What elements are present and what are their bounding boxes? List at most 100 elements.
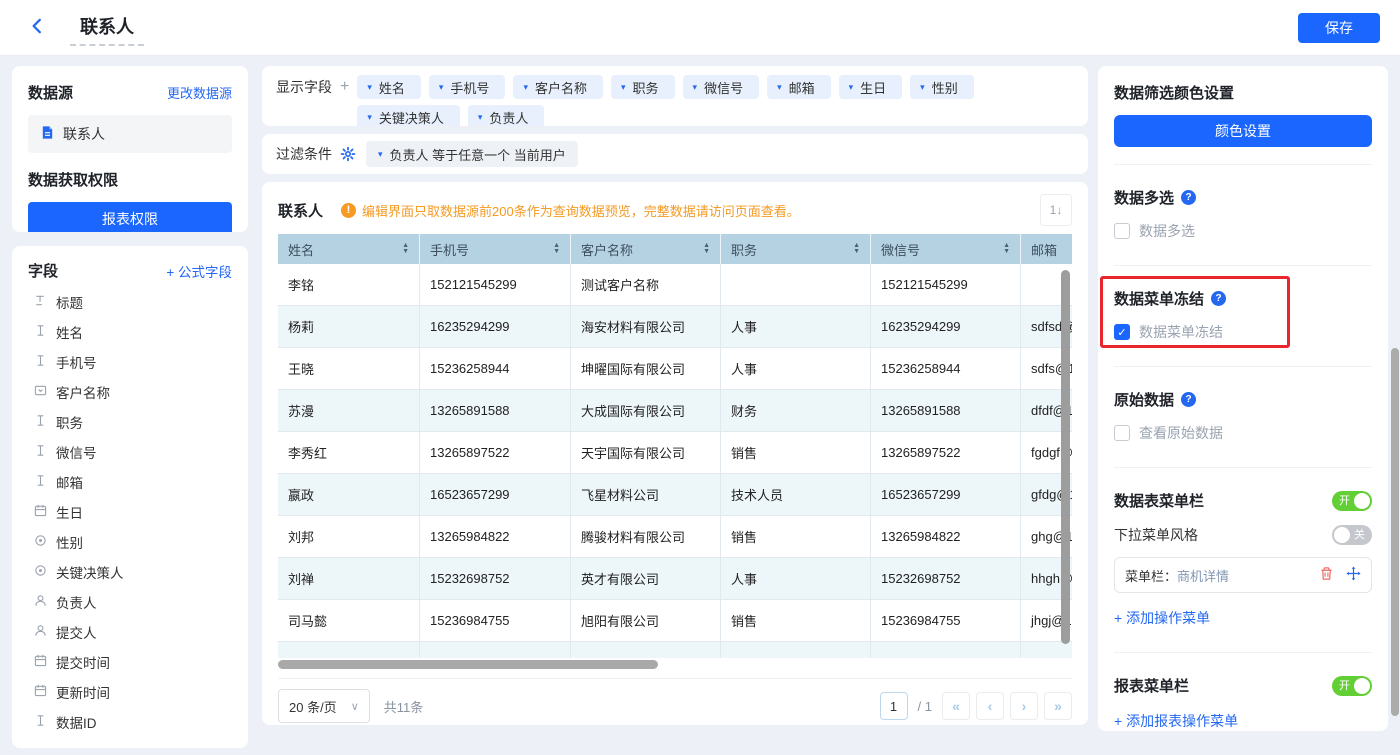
chip-name[interactable]: ▾姓名 [357,75,421,99]
column-header-position[interactable]: 职务▲▼ [721,234,871,264]
field-item-name[interactable]: 姓名 [28,317,232,347]
add-display-field-button[interactable]: + [340,78,349,96]
table-menu-toggle[interactable]: 开 [1332,491,1372,511]
radio-field-icon [34,564,47,580]
change-datasource-link[interactable]: 更改数据源 [167,83,232,102]
filter-condition-text: 负责人 等于任意一个 当前用户 [390,145,566,164]
help-icon[interactable]: ? [1181,392,1196,407]
chip-phone[interactable]: ▾手机号 [429,75,506,99]
preview-notice-text: 编辑界面只取数据源前200条作为查询数据预览，完整数据请访问页面查看。 [362,201,800,220]
sort-arrows-icon[interactable]: ▲▼ [402,243,409,255]
report-permission-button[interactable]: 报表权限 [28,202,232,232]
help-icon[interactable]: ? [1211,291,1226,306]
sort-arrows-icon[interactable]: ▲▼ [853,243,860,255]
report-menu-toggle[interactable]: 开 [1332,676,1372,696]
checkbox-checked[interactable]: ✓ [1114,324,1130,340]
field-item-submitter[interactable]: 提交人 [28,617,232,647]
field-item-data-id[interactable]: 数据ID [28,707,232,737]
sort-arrows-icon[interactable]: ▲▼ [703,243,710,255]
page-size-select[interactable]: 20 条/页 ∨ [278,689,370,723]
chip-email[interactable]: ▾邮箱 [767,75,831,99]
permission-title: 数据获取权限 [28,169,232,190]
window-scrollbar[interactable] [1391,348,1399,716]
chevron-down-icon: ∨ [351,700,359,713]
display-fields-label: 显示字段 [276,77,332,97]
next-page-button[interactable]: › [1010,692,1038,720]
add-formula-field-link[interactable]: + 公式字段 [166,261,232,281]
checkbox-unchecked[interactable] [1114,223,1130,239]
field-item-customer[interactable]: 客户名称 [28,377,232,407]
horizontal-scrollbar[interactable] [278,660,658,669]
raw-data-checkbox-label: 查看原始数据 [1139,423,1223,443]
top-bar: 联系人 保存 [0,0,1400,56]
table-row: 李铭152121545299测试客户名称152121545299 [278,264,1072,306]
table-row-partial [278,642,1072,658]
menu-freeze-checkbox-row[interactable]: ✓ 数据菜单冻结 [1114,322,1372,342]
field-item-email[interactable]: 邮箱 [28,467,232,497]
column-header-email[interactable]: 邮箱 [1021,234,1072,264]
current-page-input[interactable]: 1 [880,692,908,720]
field-item-title[interactable]: 标题 [28,287,232,317]
prev-page-button[interactable]: ‹ [976,692,1004,720]
dropdown-style-toggle[interactable]: 关 [1332,525,1372,545]
gear-icon[interactable] [340,146,356,162]
multi-select-checkbox-row[interactable]: 数据多选 [1114,221,1372,241]
field-item-phone[interactable]: 手机号 [28,347,232,377]
first-page-button[interactable]: « [942,692,970,720]
filter-condition-chip[interactable]: ▾ 负责人 等于任意一个 当前用户 [366,141,578,167]
chip-birthday[interactable]: ▾生日 [839,75,903,99]
table-header-row: 姓名▲▼ 手机号▲▼ 客户名称▲▼ 职务▲▼ 微信号▲▼ 邮箱 [278,234,1072,264]
help-icon[interactable]: ? [1181,190,1196,205]
raw-data-checkbox-row[interactable]: 查看原始数据 [1114,423,1372,443]
chip-position[interactable]: ▾职务 [611,75,675,99]
dropdown-style-label: 下拉菜单风格 [1114,525,1198,545]
field-item-wechat[interactable]: 微信号 [28,437,232,467]
save-button[interactable]: 保存 [1298,13,1380,43]
field-item-birthday[interactable]: 生日 [28,497,232,527]
page-title[interactable]: 联系人 [70,17,144,46]
text-field-icon [34,474,47,490]
column-header-phone[interactable]: 手机号▲▼ [420,234,571,264]
toggle-knob [1334,527,1350,543]
add-report-action-menu-link[interactable]: + 添加报表操作菜单 [1114,711,1372,731]
chip-owner[interactable]: ▾负责人 [468,105,545,126]
column-header-wechat[interactable]: 微信号▲▼ [871,234,1021,264]
dropdown-triangle-icon: ▾ [523,83,528,92]
chip-key-decision[interactable]: ▾关键决策人 [357,105,460,126]
add-action-menu-link[interactable]: + 添加操作菜单 [1114,608,1372,628]
checkbox-unchecked[interactable] [1114,425,1130,441]
menu-bar-item[interactable]: 菜单栏： 商机详情 [1114,557,1372,593]
sort-order-button[interactable]: 1↓ [1040,194,1072,226]
move-icon[interactable] [1346,566,1361,584]
color-settings-button[interactable]: 颜色设置 [1114,115,1372,147]
text-field-icon [34,324,47,340]
table-row: 刘禅15232698752英才有限公司人事15232698752hhgh@ [278,558,1072,600]
column-header-customer[interactable]: 客户名称▲▼ [571,234,721,264]
radio-field-icon [34,534,47,550]
toggle-knob [1354,678,1370,694]
table-row: 嬴政16523657299飞星材料公司技术人员16523657299gfdg@1 [278,474,1072,516]
column-header-name[interactable]: 姓名▲▼ [278,234,420,264]
color-settings-title: 数据筛选颜色设置 [1114,82,1372,103]
last-page-button[interactable]: » [1044,692,1072,720]
chip-gender[interactable]: ▾性别 [910,75,974,99]
field-item-owner[interactable]: 负责人 [28,587,232,617]
table-row: 司马懿15236984755旭阳有限公司销售15236984755jhgj@16 [278,600,1072,642]
dropdown-triangle-icon: ▾ [693,83,698,92]
datasource-item[interactable]: 联系人 [28,115,232,153]
field-item-submit-time[interactable]: 提交时间 [28,647,232,677]
sort-arrows-icon[interactable]: ▲▼ [1003,243,1010,255]
trash-icon[interactable] [1319,566,1334,584]
filter-label: 过滤条件 [276,144,332,164]
vertical-scrollbar[interactable] [1061,270,1070,644]
field-item-update-time[interactable]: 更新时间 [28,677,232,707]
chip-customer[interactable]: ▾客户名称 [513,75,603,99]
field-item-key-decision[interactable]: 关键决策人 [28,557,232,587]
chip-wechat[interactable]: ▾微信号 [683,75,760,99]
back-button[interactable] [28,17,46,38]
field-item-gender[interactable]: 性别 [28,527,232,557]
text-field-icon [34,714,47,730]
text-field-icon [34,444,47,460]
field-item-position[interactable]: 职务 [28,407,232,437]
sort-arrows-icon[interactable]: ▲▼ [553,243,560,255]
